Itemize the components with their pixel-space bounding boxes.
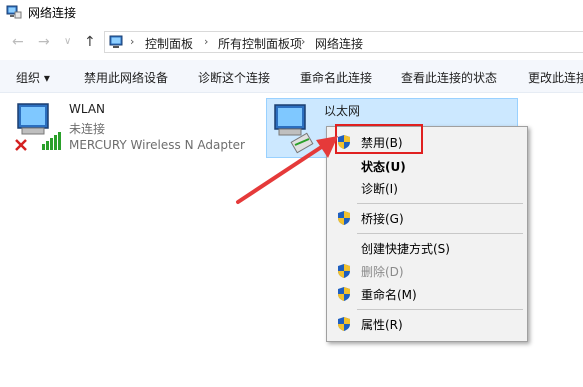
diagnose-button[interactable]: 诊断这个连接 (198, 69, 270, 86)
uac-shield-icon (338, 264, 350, 278)
breadcrumb-separator: › (301, 35, 306, 48)
connection-item-wlan[interactable]: WLAN 未连接 MERCURY Wireless N Adapter (12, 98, 262, 158)
menu-item-label: 删除(D) (361, 265, 404, 279)
breadcrumb-separator: › (204, 35, 209, 48)
connection-name: WLAN (69, 102, 106, 116)
recent-locations-button[interactable]: ∨ (64, 34, 71, 50)
menu-item-label: 重命名(M) (361, 288, 417, 302)
organize-button[interactable]: 组织 ▾ (16, 69, 50, 86)
uac-shield-icon (338, 211, 350, 225)
breadcrumb-separator: › (130, 35, 135, 48)
uac-shield-icon (338, 317, 350, 331)
menu-item-label: 创建快捷方式(S) (361, 242, 450, 256)
breadcrumb-item-control-panel[interactable]: 控制面板 (145, 35, 193, 52)
view-status-button[interactable]: 查看此连接的状态 (401, 69, 497, 86)
disable-device-button[interactable]: 禁用此网络设备 (84, 69, 168, 86)
menu-item-rename[interactable]: 重命名(M) (327, 283, 527, 305)
breadcrumb-item-network-connections[interactable]: 网络连接 (315, 35, 363, 52)
window-title: 网络连接 (28, 6, 77, 20)
rename-button[interactable]: 重命名此连接 (300, 69, 372, 86)
up-button[interactable]: ↑ (84, 34, 96, 50)
annotation-arrow-icon (236, 136, 338, 204)
change-settings-button[interactable]: 更改此连接 (528, 69, 583, 86)
context-menu: 禁用(B) 状态(U) 诊断(I) 桥接(G) 创建快捷方式(S) 删除(D) … (326, 126, 528, 342)
wireless-adapter-icon (15, 103, 61, 151)
menu-separator (357, 309, 523, 310)
control-panel-icon (109, 35, 123, 48)
menu-item-delete: 删除(D) (327, 260, 527, 282)
menu-item-label: 诊断(I) (361, 182, 398, 196)
menu-item-label: 状态(U) (361, 160, 406, 174)
forward-button[interactable]: → (38, 34, 50, 50)
uac-shield-icon (338, 287, 350, 301)
connection-adapter: MERCURY Wireless N Adapter (69, 138, 245, 152)
menu-item-diagnose[interactable]: 诊断(I) (327, 177, 527, 199)
menu-item-label: 桥接(G) (361, 212, 404, 226)
menu-item-create-shortcut[interactable]: 创建快捷方式(S) (327, 237, 527, 259)
connection-name: 以太网 (324, 104, 361, 118)
network-connections-icon (6, 5, 22, 19)
menu-item-properties[interactable]: 属性(R) (327, 313, 527, 335)
breadcrumb-item-all-items[interactable]: 所有控制面板项 (218, 35, 302, 52)
menu-separator (357, 233, 523, 234)
menu-item-bridge[interactable]: 桥接(G) (327, 207, 527, 229)
title-bar (0, 0, 583, 26)
back-button[interactable]: ← (12, 34, 24, 50)
menu-separator (357, 203, 523, 204)
menu-item-status[interactable]: 状态(U) (327, 155, 527, 177)
connection-status: 未连接 (69, 122, 106, 136)
menu-item-label: 属性(R) (361, 318, 403, 332)
